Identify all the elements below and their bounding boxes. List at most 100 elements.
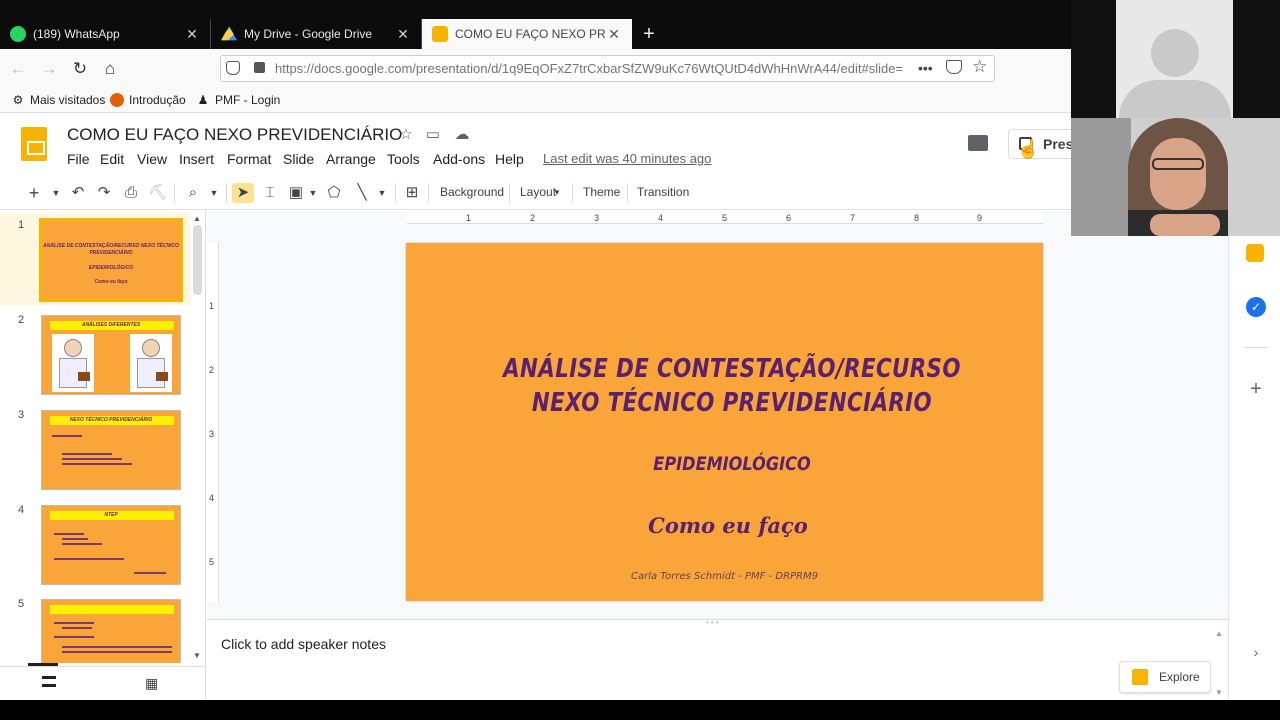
new-slide-icon[interactable]: + — [23, 183, 45, 203]
slide-number: 1 — [18, 219, 25, 231]
line-icon[interactable]: ╲ — [351, 183, 373, 203]
menu-insert[interactable]: Insert — [179, 151, 214, 167]
redo-icon[interactable]: ↷ — [93, 183, 115, 203]
back-icon[interactable]: ← — [6, 57, 30, 81]
slide-thumbnail-4[interactable]: NTEP — [41, 505, 181, 585]
tab-label: My Drive - Google Drive — [244, 27, 373, 41]
slide-thumbnail-2[interactable]: ANÁLISES DIFERENTES — [41, 315, 181, 395]
bookmark-mais-visitados[interactable]: ⚙ Mais visitados — [11, 93, 106, 107]
toolbar-divider — [627, 183, 628, 203]
reload-icon[interactable]: ↻ — [68, 57, 92, 81]
add-addon-icon[interactable]: + — [1246, 379, 1266, 399]
menu-arrange[interactable]: Arrange — [326, 151, 376, 167]
move-folder-icon[interactable]: ▭ — [424, 126, 442, 144]
slide-title[interactable]: ANÁLISE DE CONTESTAÇÃO/RECURSO NEXO TÉCN… — [465, 352, 1000, 420]
shape-icon[interactable]: ⬠ — [323, 183, 345, 203]
cloud-status-icon[interactable]: ☁ — [453, 126, 471, 144]
slide-subtitle[interactable]: EPIDEMIOLÓGICO — [455, 453, 1009, 475]
ruler-tick-label: 7 — [850, 213, 856, 223]
url-text[interactable]: https://docs.google.com/presentation/d/1… — [275, 61, 905, 76]
filmstrip-scrollbar[interactable] — [193, 225, 202, 295]
comments-icon[interactable] — [968, 135, 988, 151]
chevron-down-icon[interactable]: ▼ — [371, 183, 393, 203]
ruler-tick-label: 9 — [977, 213, 983, 223]
tab-google-drive[interactable]: My Drive - Google Drive ✕ — [211, 19, 422, 49]
undo-icon[interactable]: ↶ — [67, 183, 89, 203]
star-icon[interactable]: ☆ — [397, 126, 415, 144]
bookmark-pmf-login[interactable]: ♟ PMF - Login — [196, 93, 281, 107]
shield-icon[interactable] — [226, 61, 240, 75]
tab-slides-active[interactable]: COMO EU FAÇO NEXO PREVID ✕ — [422, 19, 632, 49]
menu-format[interactable]: Format — [227, 151, 271, 167]
scroll-down-icon[interactable]: ▼ — [193, 651, 201, 660]
close-icon[interactable]: ✕ — [395, 26, 411, 43]
current-slide[interactable] — [406, 243, 1043, 601]
thumb-subtitle: EPIDEMIOLÓGICO — [88, 265, 134, 271]
menu-edit[interactable]: Edit — [100, 151, 124, 167]
add-comment-icon[interactable]: ⊞ — [401, 183, 423, 203]
ruler-tick-label: 1 — [466, 213, 472, 223]
chevron-down-icon[interactable]: ▼ — [45, 183, 67, 203]
forward-icon[interactable]: → — [37, 57, 61, 81]
pocket-icon[interactable] — [946, 60, 962, 74]
menu-file[interactable]: File — [67, 151, 90, 167]
scroll-up-icon[interactable]: ▲ — [193, 214, 201, 223]
drag-handle-icon[interactable]: ••• — [706, 618, 720, 627]
toolbar-divider — [572, 183, 573, 203]
chevron-down-icon[interactable]: ▼ — [302, 183, 324, 203]
keep-icon[interactable] — [1246, 244, 1264, 262]
print-icon[interactable]: ⎙ — [120, 183, 142, 203]
filmstrip-view-icon[interactable] — [42, 676, 56, 687]
grid-view-icon[interactable]: ▦ — [145, 675, 158, 692]
slide-number: 3 — [18, 409, 25, 421]
thumb-how: Como eu faço — [94, 279, 128, 285]
menu-help[interactable]: Help — [495, 151, 524, 167]
lock-icon[interactable] — [254, 62, 265, 73]
transition-button[interactable]: Transition — [637, 185, 689, 199]
slide-title-line-1: ANÁLISE DE CONTESTAÇÃO/RECURSO — [503, 354, 961, 384]
slide-thumbnail-1[interactable]: ANÁLISE DE CONTESTAÇÃO/RECURSO NEXO TÉCN… — [39, 218, 183, 302]
menu-slide[interactable]: Slide — [283, 151, 314, 167]
theme-button[interactable]: Theme — [583, 185, 620, 199]
slide-thumbnail-3[interactable]: NEXO TÉCNICO PREVIDENCIÁRIO — [41, 410, 181, 490]
paint-format-icon[interactable]: ⛏ — [147, 183, 169, 203]
notes-scroll-up-icon[interactable]: ▲ — [1215, 629, 1223, 638]
speaker-notes[interactable]: Click to add speaker notes — [221, 636, 386, 652]
slide-how-text[interactable]: Como eu faço — [406, 513, 1050, 538]
slide-author[interactable]: Carla Torres Schmidt - PMF - DRPRM9 — [406, 571, 1043, 582]
menu-view[interactable]: View — [137, 151, 167, 167]
more-icon[interactable]: ••• — [918, 60, 933, 76]
document-title[interactable]: COMO EU FAÇO NEXO PREVIDENCIÁRIO — [67, 125, 402, 145]
chevron-right-icon[interactable]: › — [1246, 642, 1266, 662]
tab-whatsapp[interactable]: (189) WhatsApp ✕ — [0, 19, 211, 49]
bookmark-introducao[interactable]: Introdução — [110, 93, 186, 107]
vertical-ruler: 1 2 3 4 5 — [207, 242, 219, 602]
slide-thumbnail-5[interactable] — [41, 599, 181, 663]
google-slides-logo[interactable] — [21, 127, 47, 161]
tasks-icon[interactable]: ✓ — [1246, 297, 1266, 317]
close-icon[interactable]: ✕ — [184, 26, 200, 43]
thumb-text-line — [52, 435, 82, 437]
zoom-icon[interactable]: ⌕ — [182, 183, 204, 203]
tab-label: COMO EU FAÇO NEXO PREVID — [455, 27, 606, 41]
new-tab-button[interactable]: + — [636, 20, 662, 48]
menu-tools[interactable]: Tools — [387, 151, 420, 167]
doctor-image — [130, 334, 172, 392]
toolbar-divider — [428, 183, 429, 203]
text-box-icon[interactable]: ⌶ — [259, 183, 281, 203]
mouse-cursor-icon: ☝ — [1017, 139, 1040, 159]
select-cursor-icon[interactable]: ➤ — [232, 183, 254, 203]
avatar-head — [1151, 29, 1199, 77]
ruler-tick-label: 1 — [209, 301, 215, 311]
star-icon[interactable]: ☆ — [972, 57, 987, 77]
last-edit-link[interactable]: Last edit was 40 minutes ago — [543, 151, 711, 166]
toolbar-divider — [226, 183, 227, 203]
notes-scroll-down-icon[interactable]: ▼ — [1215, 688, 1223, 697]
close-icon[interactable]: ✕ — [606, 26, 622, 43]
chevron-down-icon[interactable]: ▼ — [550, 183, 564, 203]
background-button[interactable]: Background — [440, 185, 504, 199]
chevron-down-icon[interactable]: ▼ — [203, 183, 225, 203]
home-icon[interactable]: ⌂ — [98, 57, 122, 81]
menu-add-ons[interactable]: Add-ons — [433, 151, 485, 167]
webcam-person-glasses — [1152, 158, 1204, 170]
